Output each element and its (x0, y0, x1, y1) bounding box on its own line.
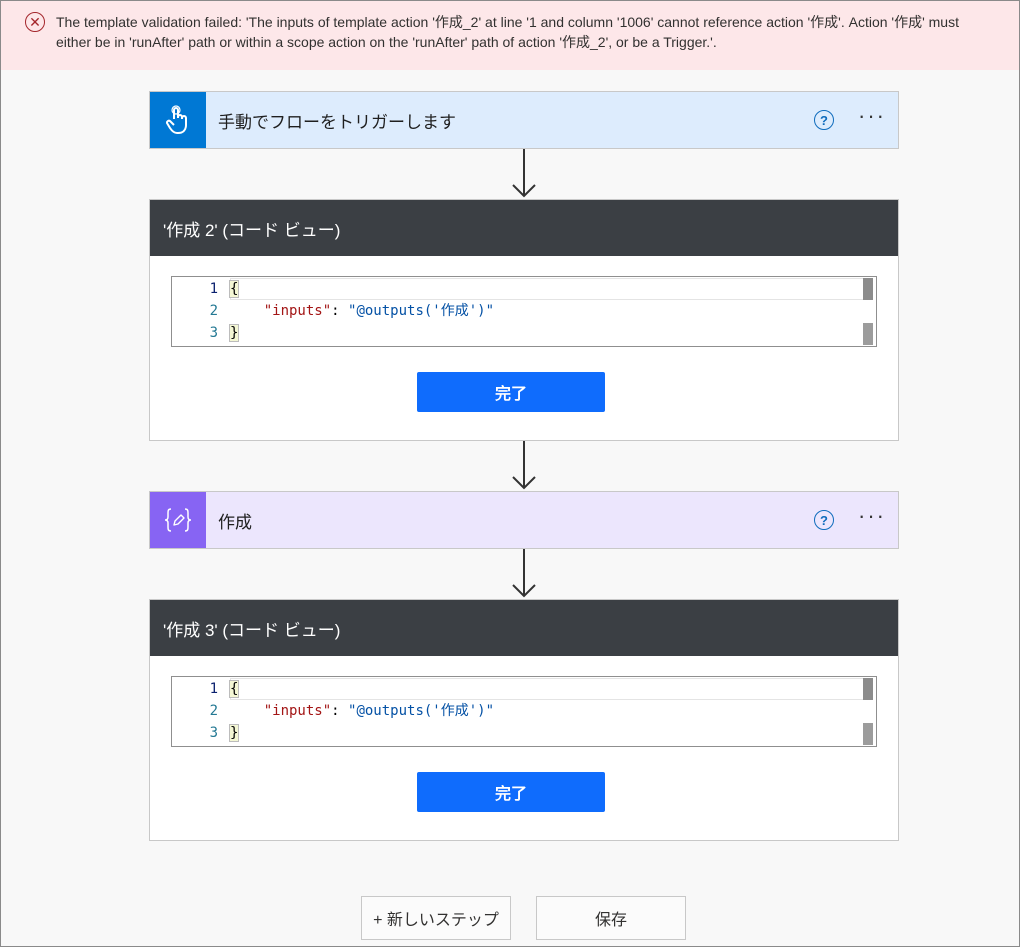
touch-hand-icon (150, 92, 206, 148)
code-line: 1 { (209, 280, 240, 298)
code-line: 3 } (209, 724, 240, 742)
editor-scrollbar[interactable] (863, 678, 873, 746)
code-view-card-1: '作成 2' (コード ビュー) 1 { 2 "inputs": "@outpu… (149, 199, 899, 441)
compose-title: 作成 (218, 512, 252, 532)
help-icon[interactable]: ? (814, 510, 835, 530)
more-options-icon[interactable]: ··· (858, 505, 886, 535)
new-step-button[interactable]: + 新しいステップ (361, 896, 511, 940)
trigger-card[interactable]: 手動でフローをトリガーします ? ··· (149, 91, 899, 149)
code-view-card-2: '作成 3' (コード ビュー) 1 { 2 "inputs": "@outpu… (149, 599, 899, 841)
save-button[interactable]: 保存 (536, 896, 686, 940)
arrow-down-icon (512, 549, 536, 598)
done-button[interactable]: 完了 (417, 772, 605, 812)
compose-card[interactable]: 作成 ? ··· (149, 491, 899, 549)
help-icon[interactable]: ? (814, 110, 835, 130)
more-options-icon[interactable]: ··· (858, 105, 886, 135)
compose-card-header[interactable]: 作成 ? ··· (150, 492, 898, 548)
error-message: The template validation failed: 'The inp… (56, 14, 959, 50)
code-editor-2[interactable]: 1 { 2 "inputs": "@outputs('作成')" 3 } (171, 676, 877, 747)
code-line: 2 "inputs": "@outputs('作成')" (209, 703, 495, 719)
done-button[interactable]: 完了 (417, 372, 605, 412)
arrow-down-icon (512, 149, 536, 198)
trigger-title: 手動でフローをトリガーします (218, 112, 456, 132)
code-line: 3 } (209, 324, 240, 342)
trigger-card-header[interactable]: 手動でフローをトリガーします ? ··· (150, 92, 898, 148)
compose-braces-icon (150, 492, 206, 548)
editor-scrollbar[interactable] (863, 278, 873, 346)
error-circle-x-icon: ✕ (25, 12, 45, 32)
code-line: 2 "inputs": "@outputs('作成')" (209, 303, 495, 319)
error-banner: ✕ The template validation failed: 'The i… (1, 1, 1019, 70)
arrow-down-icon (512, 441, 536, 490)
code-editor-1[interactable]: 1 { 2 "inputs": "@outputs('作成')" 3 } (171, 276, 877, 347)
code-line: 1 { (209, 680, 240, 698)
code-card-2-title: '作成 3' (コード ビュー) (150, 600, 898, 656)
code-card-1-title: '作成 2' (コード ビュー) (150, 200, 898, 256)
